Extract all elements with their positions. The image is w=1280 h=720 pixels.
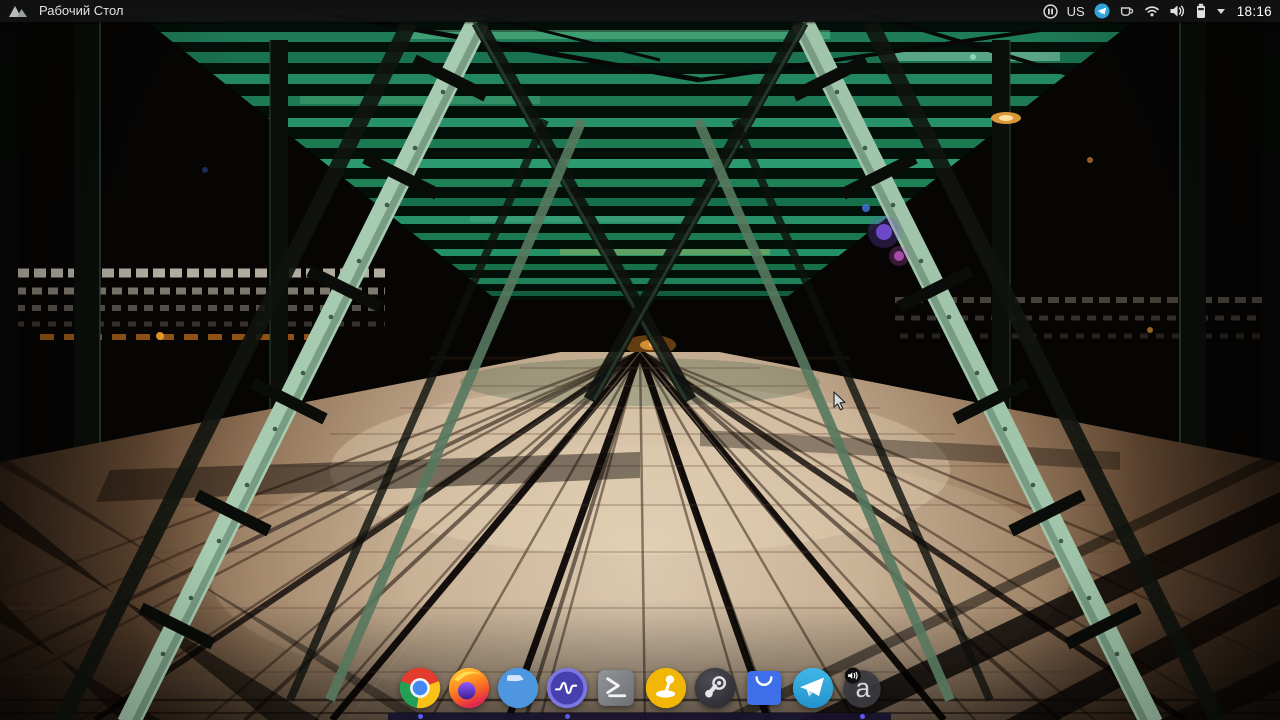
running-indicator bbox=[859, 714, 865, 719]
battery-icon[interactable] bbox=[1195, 0, 1207, 22]
file-manager-icon[interactable] bbox=[496, 666, 540, 710]
mouse-cursor bbox=[833, 391, 846, 411]
telegram-icon[interactable] bbox=[791, 666, 835, 710]
firefox-icon[interactable] bbox=[447, 666, 491, 710]
wallpaper-bridge-photo bbox=[0, 0, 1280, 720]
dock: a bbox=[0, 660, 1280, 720]
audio-player-a-icon[interactable]: a bbox=[840, 666, 884, 710]
wifi-icon[interactable] bbox=[1144, 0, 1160, 22]
pause-indicator-icon[interactable] bbox=[1042, 0, 1058, 22]
wave-monitor-icon[interactable] bbox=[545, 666, 589, 710]
top-panel: Рабочий Стол US 18:16 bbox=[0, 0, 1280, 22]
chrome-icon[interactable] bbox=[398, 666, 442, 710]
games-joystick-icon[interactable] bbox=[644, 666, 688, 710]
steam-icon[interactable] bbox=[693, 666, 737, 710]
keyboard-layout-indicator[interactable]: US bbox=[1067, 0, 1085, 22]
system-tray: US 18:16 bbox=[1042, 0, 1280, 22]
mountains-logo-icon[interactable] bbox=[8, 3, 28, 19]
caffeine-cup-icon[interactable] bbox=[1119, 0, 1135, 22]
dock-strip bbox=[388, 713, 891, 720]
clock[interactable]: 18:16 bbox=[1237, 4, 1275, 19]
desktop: Рабочий Стол US 18:16 a bbox=[0, 0, 1280, 720]
app-store-icon[interactable] bbox=[742, 666, 786, 710]
running-indicator bbox=[564, 714, 570, 719]
terminal-icon[interactable] bbox=[594, 666, 638, 710]
volume-icon[interactable] bbox=[1169, 0, 1186, 22]
running-indicator bbox=[417, 714, 423, 719]
chevron-down-icon[interactable] bbox=[1216, 0, 1226, 22]
telegram-tray-icon[interactable] bbox=[1094, 0, 1110, 22]
active-window-title: Рабочий Стол bbox=[39, 3, 124, 18]
